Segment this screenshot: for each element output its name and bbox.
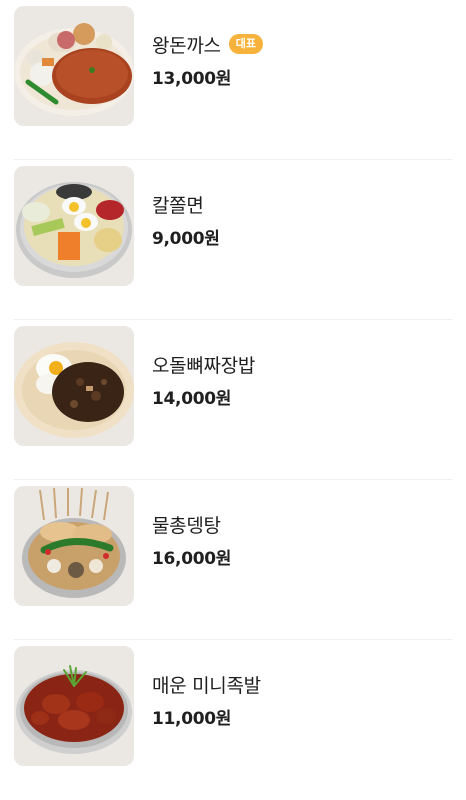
name-row: 오돌뼈짜장밥 (152, 350, 255, 378)
name-row: 물총뎅탕 (152, 510, 231, 538)
menu-item-name: 칼쫄면 (152, 194, 204, 217)
menu-item-wangdonkkaseu[interactable]: 왕돈까스 대표 13,000원 (14, 0, 452, 160)
menu-item-name: 왕돈까스 (152, 34, 221, 57)
menu-item-mulchong-dengtang[interactable]: 물총뎅탕 16,000원 (14, 480, 452, 640)
menu-item-price: 9,000원 (152, 229, 220, 249)
menu-item-image[interactable] (14, 166, 134, 286)
menu-list: 왕돈까스 대표 13,000원 칼쫄면 9,000원 오돌뼈짜장밥 14,000… (0, 0, 466, 800)
menu-item-maeun-mini-jokbal[interactable]: 매운 미니족발 11,000원 (14, 640, 452, 800)
menu-item-price: 11,000원 (152, 709, 232, 729)
name-row: 왕돈까스 대표 (152, 30, 263, 58)
menu-item-name: 매운 미니족발 (152, 674, 261, 697)
signature-badge: 대표 (228, 34, 263, 54)
menu-item-info: 오돌뼈짜장밥 14,000원 (152, 350, 255, 410)
menu-item-image[interactable] (14, 646, 134, 766)
menu-item-image[interactable] (14, 326, 134, 446)
name-row: 매운 미니족발 (152, 670, 261, 698)
menu-item-image[interactable] (14, 486, 134, 606)
menu-item-price: 13,000원 (152, 69, 232, 89)
menu-item-info: 물총뎅탕 16,000원 (152, 510, 232, 570)
menu-item-odolppyeo-jjajangbap[interactable]: 오돌뼈짜장밥 14,000원 (14, 320, 452, 480)
menu-item-info: 매운 미니족발 11,000원 (152, 670, 261, 730)
menu-item-price: 16,000원 (152, 549, 232, 569)
name-row: 칼쫄면 (152, 190, 220, 218)
menu-item-info: 칼쫄면 9,000원 (152, 190, 220, 250)
menu-item-info: 왕돈까스 대표 13,000원 (152, 30, 263, 89)
menu-item-name: 오돌뼈짜장밥 (152, 354, 256, 377)
menu-item-name: 물총뎅탕 (152, 514, 221, 537)
menu-item-price: 14,000원 (152, 389, 232, 409)
menu-item-image[interactable] (14, 6, 134, 126)
menu-item-kaljjolmyeon[interactable]: 칼쫄면 9,000원 (14, 160, 452, 320)
